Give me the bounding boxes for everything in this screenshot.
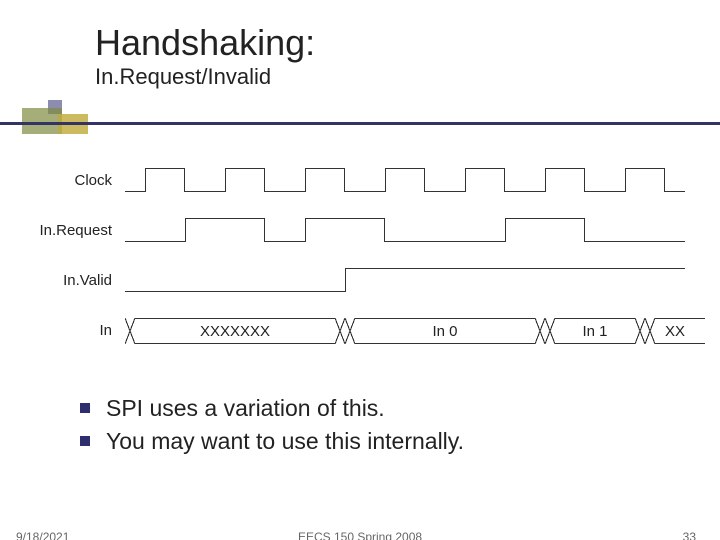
bullet-text: SPI uses a variation of this.	[106, 395, 385, 421]
bus-label-xx: XX	[655, 318, 695, 344]
footer-page: 33	[683, 530, 696, 540]
slide-subtitle: In.Request/Invalid	[95, 64, 315, 90]
bus-label-in1: In 1	[555, 318, 635, 344]
valid-waveform	[125, 260, 685, 300]
bullet-item: SPI uses a variation of this.	[80, 395, 464, 422]
bullet-icon	[80, 403, 90, 413]
in-bus-waveform: XXXXXXX In 0 In 1 XX	[125, 310, 685, 350]
request-label: In.Request	[30, 210, 118, 250]
bus-label-in0: In 0	[355, 318, 535, 344]
title-block: Handshaking: In.Request/Invalid	[95, 22, 315, 90]
footer-course: EECS 150 Spring 2008	[0, 530, 720, 540]
clock-label: Clock	[30, 160, 118, 200]
clock-waveform	[125, 160, 685, 200]
bullet-list: SPI uses a variation of this. You may wa…	[80, 395, 464, 461]
timing-diagram: Clock In.Request	[30, 160, 690, 380]
bus-segment-in1: In 1	[545, 318, 645, 344]
in-label: In	[30, 310, 118, 350]
request-waveform	[125, 210, 685, 250]
slide-title: Handshaking:	[95, 22, 315, 64]
valid-row: In.Valid	[30, 260, 690, 300]
title-separator	[0, 122, 720, 136]
bullet-text: You may want to use this internally.	[106, 428, 464, 454]
in-row: In XXXXXXX In 0 In	[30, 310, 690, 350]
slide: Handshaking: In.Request/Invalid Clock	[0, 0, 720, 540]
bus-segment-x: XXXXXXX	[125, 318, 345, 344]
request-row: In.Request	[30, 210, 690, 250]
bus-segment-xx: XX	[645, 318, 705, 344]
bullet-icon	[80, 436, 90, 446]
bus-segment-in0: In 0	[345, 318, 545, 344]
bullet-item: You may want to use this internally.	[80, 428, 464, 455]
valid-label: In.Valid	[30, 260, 118, 300]
clock-row: Clock	[30, 160, 690, 200]
bus-label-x: XXXXXXX	[135, 318, 335, 344]
